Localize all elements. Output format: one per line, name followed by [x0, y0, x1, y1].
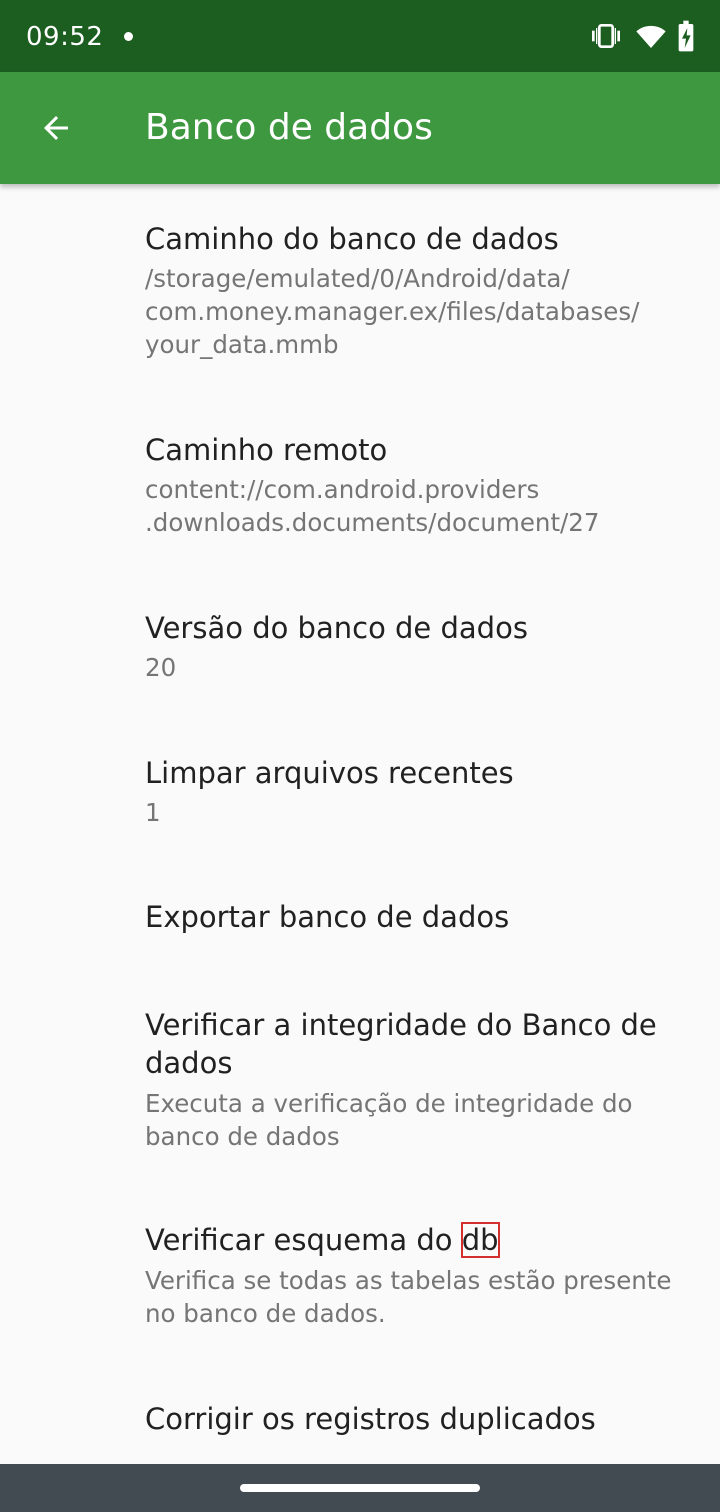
highlighted-word: db	[460, 1222, 500, 1258]
pref-summary: /storage/emulated/0/Android/data/ com.mo…	[145, 262, 705, 361]
pref-fix-duplicates[interactable]: Corrigir os registros duplicados	[0, 1371, 720, 1464]
pref-title: Verificar a integridade do Banco de dado…	[145, 1006, 705, 1082]
navigation-bar	[0, 1464, 720, 1512]
summary-line: com.money.manager.ex/files/databases/	[145, 297, 640, 326]
pref-summary: content://com.android.providers .downloa…	[145, 473, 705, 539]
pref-summary: Executa a verificação de integridade do …	[145, 1087, 705, 1153]
home-handle[interactable]	[240, 1484, 480, 1492]
pref-check-integrity[interactable]: Verificar a integridade do Banco de dado…	[0, 974, 720, 1189]
pref-export-database[interactable]: Exportar banco de dados	[0, 862, 720, 974]
pref-title: Exportar banco de dados	[145, 900, 510, 934]
battery-charging-icon	[678, 20, 694, 52]
pref-title: Caminho remoto	[145, 433, 388, 467]
title-line: Verificar a integridade do Banco de	[145, 1008, 657, 1042]
vibrate-icon	[592, 24, 620, 48]
pref-clear-recent-files[interactable]: Limpar arquivos recentes 1	[0, 717, 720, 862]
arrow-back-icon	[44, 116, 68, 140]
back-button[interactable]	[26, 98, 86, 158]
summary-line: no banco de dados.	[145, 1299, 386, 1328]
status-time: 09:52	[26, 22, 104, 52]
pref-summary: 20	[145, 651, 705, 684]
summary-line: banco de dados	[145, 1122, 340, 1151]
app-bar: Banco de dados	[0, 72, 720, 184]
summary-line: your_data.mmb	[145, 330, 339, 359]
status-bar: 09:52	[0, 0, 720, 72]
summary-line: content://com.android.providers	[145, 475, 540, 504]
summary-line: Executa a verificação de integridade do	[145, 1089, 633, 1118]
pref-database-path[interactable]: Caminho do banco de dados /storage/emula…	[0, 184, 720, 394]
wifi-icon	[636, 25, 666, 48]
pref-summary: Verifica se todas as tabelas estão prese…	[145, 1264, 705, 1330]
pref-title: Corrigir os registros duplicados	[145, 1402, 596, 1436]
pref-title: Versão do banco de dados	[145, 611, 528, 645]
summary-line: 20	[145, 653, 177, 682]
summary-line: Verifica se todas as tabelas estão prese…	[145, 1266, 672, 1295]
pref-check-db-schema[interactable]: Verificar esquema do db Verifica se toda…	[0, 1189, 720, 1371]
pref-title: Caminho do banco de dados	[145, 222, 559, 256]
title-line: dados	[145, 1046, 233, 1080]
summary-line: .downloads.documents/document/27	[145, 508, 600, 537]
title-text: Verificar esquema do	[145, 1223, 462, 1257]
pref-title: Limpar arquivos recentes	[145, 756, 514, 790]
page-title: Banco de dados	[145, 107, 433, 148]
pref-database-version[interactable]: Versão do banco de dados 20	[0, 572, 720, 717]
pref-summary: 1	[145, 796, 705, 829]
pref-title: Verificar esquema do db	[145, 1221, 705, 1259]
pref-remote-path[interactable]: Caminho remoto content://com.android.pro…	[0, 394, 720, 572]
summary-line: /storage/emulated/0/Android/data/	[145, 264, 570, 293]
notification-dot-icon	[124, 32, 133, 41]
summary-line: 1	[145, 798, 161, 827]
